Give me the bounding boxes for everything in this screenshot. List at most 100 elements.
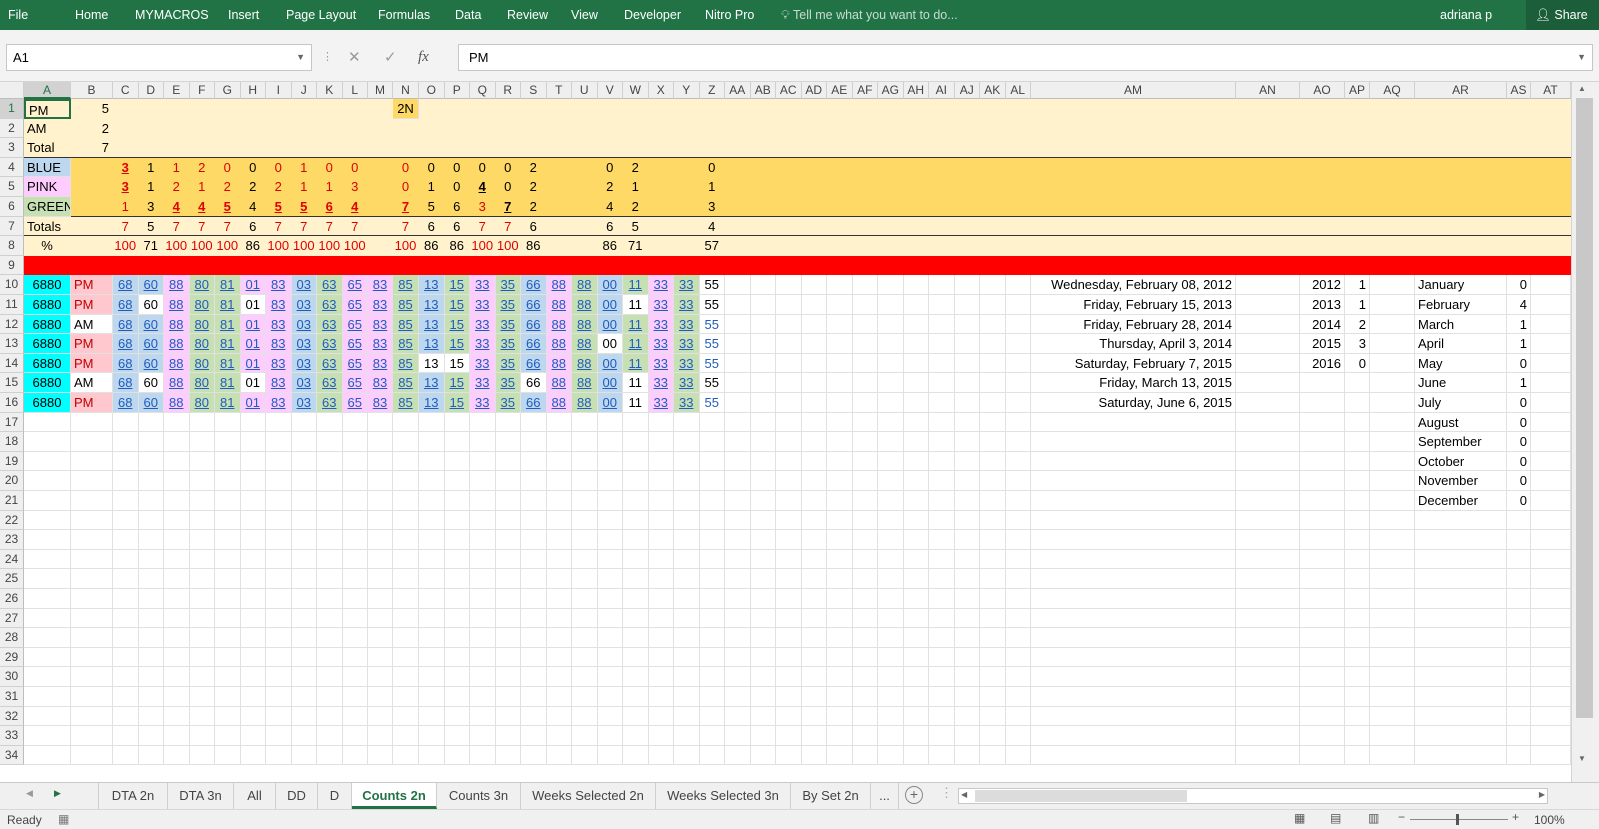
cell[interactable] [444, 628, 470, 648]
cell[interactable] [623, 589, 649, 609]
draw-number[interactable]: 13 [419, 393, 445, 413]
column-header[interactable]: V [597, 82, 623, 99]
cell[interactable] [546, 667, 572, 687]
cell[interactable] [164, 667, 190, 687]
cell[interactable] [725, 275, 751, 295]
cell[interactable] [623, 726, 649, 746]
cell[interactable] [903, 530, 929, 550]
row-header[interactable]: 19 [0, 451, 24, 472]
draw-number[interactable]: 83 [266, 314, 292, 335]
cell[interactable] [419, 530, 445, 550]
cell[interactable] [113, 530, 139, 550]
month[interactable]: January [1415, 275, 1507, 295]
macro-record-icon[interactable]: ▦ [58, 812, 69, 826]
cell[interactable] [113, 706, 139, 727]
row-header[interactable]: 22 [0, 510, 24, 531]
cell[interactable] [750, 745, 776, 766]
sheet-tab-active[interactable]: Counts 2n [352, 783, 437, 809]
cell[interactable] [470, 589, 496, 609]
cell[interactable] [801, 295, 827, 315]
draw-number[interactable]: 83 [368, 334, 393, 354]
cell[interactable] [776, 295, 802, 315]
cell[interactable] [827, 353, 853, 374]
count-cell[interactable]: 4 [164, 197, 190, 217]
cell[interactable] [954, 353, 980, 374]
draw-number[interactable]: 80 [189, 353, 215, 374]
cell[interactable] [189, 549, 215, 570]
draw-number[interactable]: 85 [393, 334, 419, 354]
draw-number[interactable]: 63 [317, 334, 343, 354]
cell[interactable] [801, 491, 827, 511]
cell[interactable] [827, 530, 853, 550]
draw-number[interactable]: 55 [699, 295, 725, 315]
cell[interactable] [1236, 471, 1300, 491]
draw-number[interactable]: 88 [546, 334, 572, 354]
cell[interactable] [419, 412, 445, 433]
draw-number[interactable]: 33 [470, 334, 496, 354]
cell[interactable] [1300, 647, 1345, 668]
cell[interactable] [1031, 667, 1236, 687]
cell[interactable] [750, 667, 776, 687]
cell[interactable] [266, 569, 292, 589]
draw-number[interactable]: 13 [419, 295, 445, 315]
cell[interactable] [980, 745, 1006, 766]
cell[interactable] [1236, 491, 1300, 511]
cell[interactable] [1236, 432, 1300, 452]
cell[interactable] [495, 549, 521, 570]
draw-number[interactable]: 35 [495, 393, 521, 413]
cell[interactable] [878, 569, 904, 589]
cell[interactable] [1236, 647, 1300, 668]
count-cell[interactable]: 2 [164, 177, 190, 197]
cell[interactable] [1507, 530, 1531, 550]
draw-date[interactable]: Friday, February 15, 2013 [1031, 295, 1236, 315]
cell[interactable] [827, 471, 853, 491]
row-header[interactable]: 24 [0, 549, 24, 570]
cell[interactable] [648, 647, 674, 668]
cell[interactable] [725, 295, 751, 315]
column-header[interactable]: F [189, 82, 215, 99]
row-header[interactable]: 18 [0, 432, 24, 452]
draw-number[interactable]: 80 [189, 314, 215, 335]
summary-label[interactable]: PM [24, 99, 71, 119]
cell[interactable] [1370, 687, 1415, 707]
cell[interactable] [189, 510, 215, 531]
cell[interactable] [113, 451, 139, 472]
draw-number[interactable]: 13 [419, 275, 445, 295]
month-count[interactable]: 1 [1507, 315, 1531, 335]
cell[interactable] [342, 451, 368, 472]
month-count[interactable]: 0 [1507, 491, 1531, 511]
cell[interactable] [623, 432, 649, 452]
draw-number[interactable]: 88 [546, 373, 572, 393]
cell[interactable] [240, 628, 266, 648]
draw-number[interactable]: 85 [393, 295, 419, 315]
draw-ampm[interactable]: PM [71, 334, 113, 354]
cell[interactable] [1005, 432, 1031, 452]
cell[interactable] [113, 412, 139, 433]
cell[interactable] [954, 451, 980, 472]
cell[interactable] [1300, 393, 1345, 413]
cell[interactable] [801, 569, 827, 589]
cell[interactable] [24, 726, 71, 746]
count-cell[interactable]: 0 [215, 158, 241, 178]
cell[interactable] [71, 510, 113, 531]
cell[interactable] [113, 608, 139, 629]
draw-number[interactable]: 03 [291, 334, 317, 354]
draw-number[interactable]: 03 [291, 353, 317, 374]
cell[interactable] [827, 569, 853, 589]
cell[interactable] [393, 706, 419, 727]
cell[interactable] [980, 412, 1006, 433]
cell[interactable] [699, 667, 725, 687]
draw-number[interactable]: 68 [113, 314, 139, 335]
total-cell[interactable]: 6 [241, 217, 267, 237]
cell[interactable] [878, 706, 904, 727]
draw-number[interactable]: 65 [342, 314, 368, 335]
cell[interactable] [138, 491, 164, 511]
cell[interactable] [878, 471, 904, 491]
draw-number[interactable]: 15 [444, 353, 470, 374]
cell[interactable] [1507, 745, 1531, 766]
cell[interactable] [750, 451, 776, 472]
cell[interactable] [1300, 451, 1345, 472]
cell[interactable] [954, 687, 980, 707]
cell[interactable] [470, 432, 496, 452]
cell[interactable] [776, 608, 802, 629]
